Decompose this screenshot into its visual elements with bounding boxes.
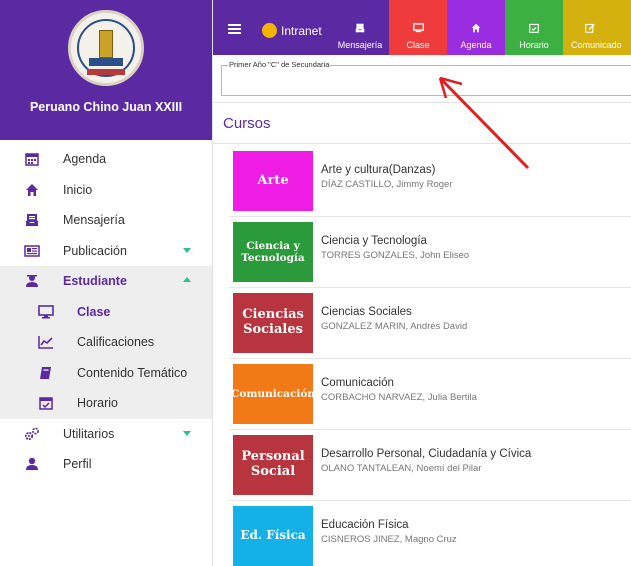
course-thumbnail: Comunicación [231, 364, 315, 424]
hamburger-menu-icon[interactable] [228, 24, 241, 34]
sidebar-item-calificaciones[interactable]: Calificaciones [0, 327, 212, 358]
chevron-down-icon [183, 430, 191, 436]
school-logo [68, 10, 144, 86]
course-name: Desarrollo Personal, Ciudadanía y Cívica [321, 448, 532, 460]
home-icon [24, 182, 40, 198]
calendar-check-icon [38, 395, 54, 411]
tab-label: Horario [519, 40, 549, 50]
sidebar-item-label: Inicio [63, 182, 93, 197]
sidebar-item-inicio[interactable]: Inicio [0, 175, 212, 206]
sidebar-item-perfil[interactable]: Perfil [0, 449, 212, 480]
intranet-label: Intranet [281, 23, 322, 38]
course-teacher: OLANO TANTALEAN, Noemí del Pilar [321, 463, 482, 474]
course-card[interactable]: Personal Social Desarrollo Personal, Ciu… [229, 429, 631, 495]
sidebar-item-label: Agenda [63, 152, 107, 167]
course-thumbnail-label: Ciencias Sociales [242, 307, 304, 337]
top-bar: Intranet Mensajería Clase Agenda Horario [213, 0, 631, 55]
course-thumbnail-label: Ciencia y Tecnología [241, 239, 305, 264]
sidebar-item-publicacion[interactable]: Publicación [0, 236, 212, 267]
sidebar-item-label: Horario [77, 396, 118, 411]
tab-label: Comunicado [571, 40, 622, 50]
inbox-icon [355, 23, 366, 33]
tab-horario[interactable]: Horario [505, 0, 563, 55]
course-card[interactable]: Arte Arte y cultura(Danzas) DÍAZ CASTILL… [229, 145, 631, 211]
app-window: Peruano Chino Juan XXIII Agenda Inicio M… [0, 0, 631, 566]
sidebar-item-clase[interactable]: Clase [0, 296, 212, 327]
course-thumbnail-label: Personal Social [241, 449, 305, 479]
course-name: Comunicación [321, 377, 394, 389]
courses-header: Cursos [213, 102, 631, 144]
course-thumbnail-label: Comunicación [231, 387, 315, 400]
grade-selector[interactable]: Primer Año "C" de Secundaria [221, 60, 631, 96]
course-teacher: TORRES GONZALES, John Eliseo [321, 250, 470, 261]
school-name: Peruano Chino Juan XXIII [29, 100, 183, 114]
course-thumbnail: Ciencia y Tecnología [233, 222, 313, 282]
sidebar-item-utilitarios[interactable]: Utilitarios [0, 419, 212, 450]
inbox-icon [24, 212, 40, 228]
course-teacher: CORBACHO NARVAEZ, Julia Bertila [321, 392, 477, 403]
course-thumbnail: Personal Social [233, 435, 313, 495]
tab-mensajeria[interactable]: Mensajería [331, 0, 389, 55]
sidebar-item-agenda[interactable]: Agenda [0, 144, 212, 175]
course-teacher: DÍAZ CASTILLO, Jimmy Roger [321, 179, 453, 190]
student-icon [24, 273, 40, 289]
course-name: Ciencia y Tecnología [321, 235, 427, 247]
course-name: Ciencias Sociales [321, 306, 412, 318]
tab-agenda[interactable]: Agenda [447, 0, 505, 55]
newspaper-icon [24, 243, 40, 259]
tab-label: Mensajería [337, 40, 383, 50]
intranet-dot-icon [262, 23, 277, 38]
tab-clase[interactable]: Clase [389, 0, 447, 55]
sidebar-item-label: Clase [77, 304, 111, 319]
main-content: Primer Año "C" de Secundaria Cursos Arte… [213, 55, 631, 566]
course-teacher: CISNEROS JINEZ, Magno Cruz [321, 534, 457, 545]
sidebar-item-label: Utilitarios [63, 426, 115, 441]
sidebar-item-label: Calificaciones [77, 335, 155, 350]
course-card[interactable]: Ciencia y Tecnología Ciencia y Tecnologí… [229, 216, 631, 282]
course-card[interactable]: Comunicación Comunicación CORBACHO NARVA… [229, 358, 631, 424]
sidebar: Peruano Chino Juan XXIII Agenda Inicio M… [0, 0, 213, 566]
sidebar-item-horario[interactable]: Horario [0, 388, 212, 419]
calendar-check-icon [529, 23, 540, 33]
sidebar-nav: Agenda Inicio Mensajería Publicación Est… [0, 140, 212, 480]
course-card[interactable]: Ciencias Sociales Ciencias Sociales GONZ… [229, 287, 631, 353]
chevron-down-icon [183, 247, 191, 253]
course-thumbnail-label: Ed. Física [240, 528, 306, 543]
grade-legend: Primer Año "C" de Secundaria [228, 60, 331, 69]
sidebar-item-contenido-tematico[interactable]: Contenido Temático [0, 357, 212, 388]
user-icon [24, 456, 40, 472]
tab-label: Clase [406, 40, 430, 50]
course-card[interactable]: Ed. Física Educación Física CISNEROS JIN… [229, 500, 631, 566]
sidebar-item-label: Estudiante [63, 274, 127, 289]
chevron-up-icon [183, 277, 191, 282]
course-thumbnail: Ciencias Sociales [233, 293, 313, 353]
chart-line-icon [38, 334, 54, 350]
monitor-icon [38, 304, 54, 320]
monitor-icon [412, 23, 424, 33]
course-name: Arte y cultura(Danzas) [321, 164, 436, 176]
course-thumbnail: Arte [233, 151, 313, 211]
sidebar-item-label: Perfil [63, 457, 92, 472]
tab-comunicado[interactable]: Comunicado [563, 0, 631, 55]
sidebar-item-estudiante[interactable]: Estudiante [0, 266, 212, 297]
intranet-link[interactable]: Intranet [262, 23, 322, 38]
sidebar-item-mensajeria[interactable]: Mensajería [0, 205, 212, 236]
course-teacher: GONZALEZ MARIN, Andrés David [321, 321, 468, 332]
book-icon [38, 365, 54, 381]
sidebar-item-label: Publicación [63, 243, 127, 258]
sidebar-brand: Peruano Chino Juan XXIII [0, 0, 212, 140]
edit-icon [584, 23, 595, 33]
sidebar-item-label: Mensajería [63, 213, 125, 228]
course-name: Educación Física [321, 519, 409, 531]
cogs-icon [24, 426, 40, 442]
courses-title: Cursos [223, 115, 271, 132]
home-icon [471, 23, 482, 33]
calendar-icon [24, 151, 40, 167]
tab-label: Agenda [460, 40, 492, 50]
sidebar-item-label: Contenido Temático [77, 365, 188, 380]
course-thumbnail: Ed. Física [233, 506, 313, 566]
course-thumbnail-label: Arte [257, 172, 289, 188]
